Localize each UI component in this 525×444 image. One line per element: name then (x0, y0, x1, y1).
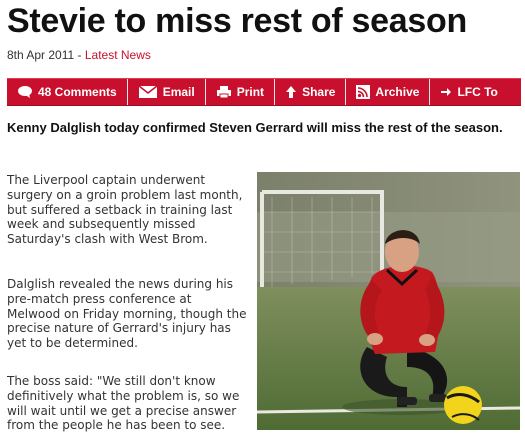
article-title: Stevie to miss rest of season (7, 2, 467, 40)
share-button[interactable]: Share (275, 79, 345, 105)
comment-icon (17, 85, 33, 99)
lfc-to-label: LFC To (457, 85, 498, 99)
dateline: 8th Apr 2011 - Latest News (7, 48, 151, 62)
article-paragraph: The boss said: "We still don't know defi… (7, 374, 240, 433)
article-photo (257, 172, 520, 430)
share-label: Share (302, 85, 336, 99)
rss-icon (356, 85, 371, 99)
date-separator: - (74, 48, 85, 62)
lfc-to-button[interactable]: LFC To (430, 79, 507, 105)
article-date: 8th Apr 2011 (7, 48, 75, 62)
article-lede: Kenny Dalglish today confirmed Steven Ge… (7, 120, 503, 135)
archive-button[interactable]: Archive (346, 79, 429, 105)
printer-icon (216, 85, 232, 99)
email-label: Email (162, 85, 195, 99)
latest-news-link[interactable]: Latest News (85, 48, 151, 62)
share-arrow-icon (285, 85, 297, 99)
comments-label: 48 Comments (38, 85, 117, 99)
email-button[interactable]: Email (128, 79, 205, 105)
envelope-icon (138, 85, 158, 99)
article-paragraph: Dalglish revealed the news during his pr… (7, 277, 247, 351)
print-button[interactable]: Print (206, 79, 274, 105)
arrow-right-icon (440, 87, 452, 97)
article-toolbar: 48 Comments Email Print Share Archive LF… (7, 78, 521, 106)
article-paragraph: The Liverpool captain underwent surgery … (7, 173, 243, 247)
archive-label: Archive (375, 85, 420, 99)
print-label: Print (236, 85, 265, 99)
comments-button[interactable]: 48 Comments (7, 79, 127, 105)
